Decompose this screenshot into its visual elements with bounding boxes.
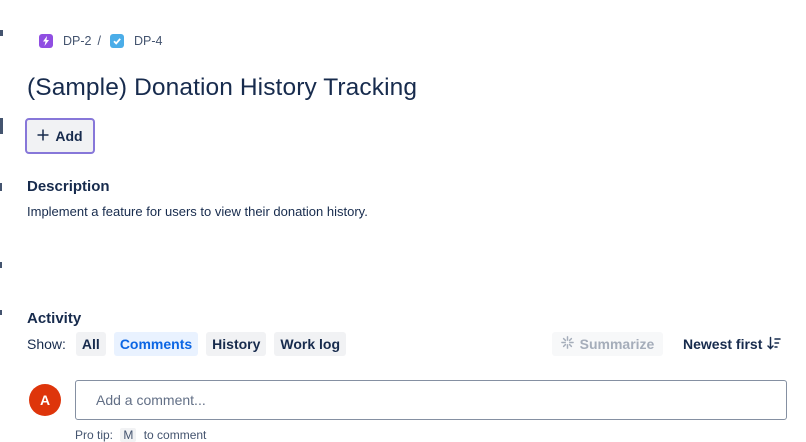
filter-comments-button[interactable]: Comments <box>113 332 199 356</box>
background-panel-fragment <box>0 310 2 315</box>
comment-tip-prefix: Pro tip: <box>75 428 114 442</box>
background-panel-fragment <box>0 30 3 36</box>
background-panel-fragment <box>0 262 2 268</box>
filter-worklog-button[interactable]: Work log <box>274 332 347 356</box>
comment-tip: Pro tip: M to comment <box>75 428 206 442</box>
activity-filter-bar: Show: All Comments History Work log <box>27 332 354 356</box>
epic-lightning-icon <box>39 34 53 48</box>
breadcrumb-parent-link[interactable]: DP-2 <box>63 34 91 48</box>
comment-tip-key: M <box>120 428 137 442</box>
sort-descending-icon <box>767 336 782 353</box>
sort-label: Newest first <box>683 336 763 352</box>
background-panel-fragment <box>0 183 2 191</box>
breadcrumb-issue-link[interactable]: DP-4 <box>134 34 162 48</box>
sort-order-button[interactable]: Newest first <box>683 332 782 356</box>
show-label: Show: <box>27 336 66 352</box>
plus-icon <box>37 126 49 144</box>
filter-all-button[interactable]: All <box>75 332 106 356</box>
breadcrumb: DP-2 / DP-4 <box>39 32 162 50</box>
issue-title[interactable]: (Sample) Donation History Tracking <box>27 74 417 102</box>
comment-input[interactable] <box>75 380 787 420</box>
description-text[interactable]: Implement a feature for users to view th… <box>27 204 368 219</box>
filter-history-button[interactable]: History <box>206 332 267 356</box>
add-button-label: Add <box>55 128 83 144</box>
background-panel-fragment <box>0 118 3 134</box>
add-button[interactable]: Add <box>25 118 95 154</box>
activity-heading: Activity <box>27 310 82 327</box>
task-checkbox-icon <box>109 34 124 48</box>
avatar[interactable]: A <box>29 384 61 416</box>
summarize-label: Summarize <box>579 336 655 352</box>
description-heading: Description <box>27 178 110 195</box>
summarize-button[interactable]: Summarize <box>552 332 663 356</box>
sparkle-icon <box>560 336 574 352</box>
breadcrumb-separator: / <box>97 34 101 48</box>
comment-tip-suffix: to comment <box>143 428 207 442</box>
